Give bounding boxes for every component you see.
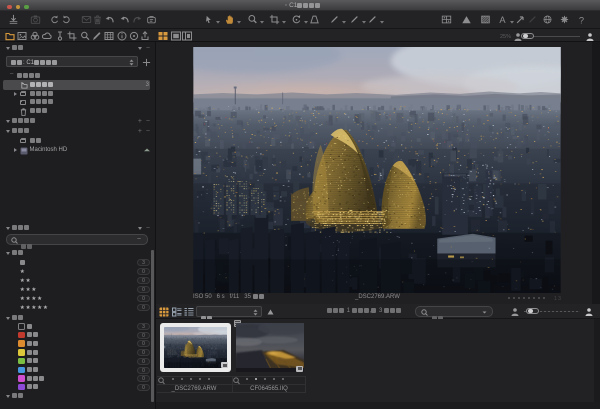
- svg-text:?: ?: [579, 15, 584, 25]
- svg-text:A: A: [499, 15, 506, 25]
